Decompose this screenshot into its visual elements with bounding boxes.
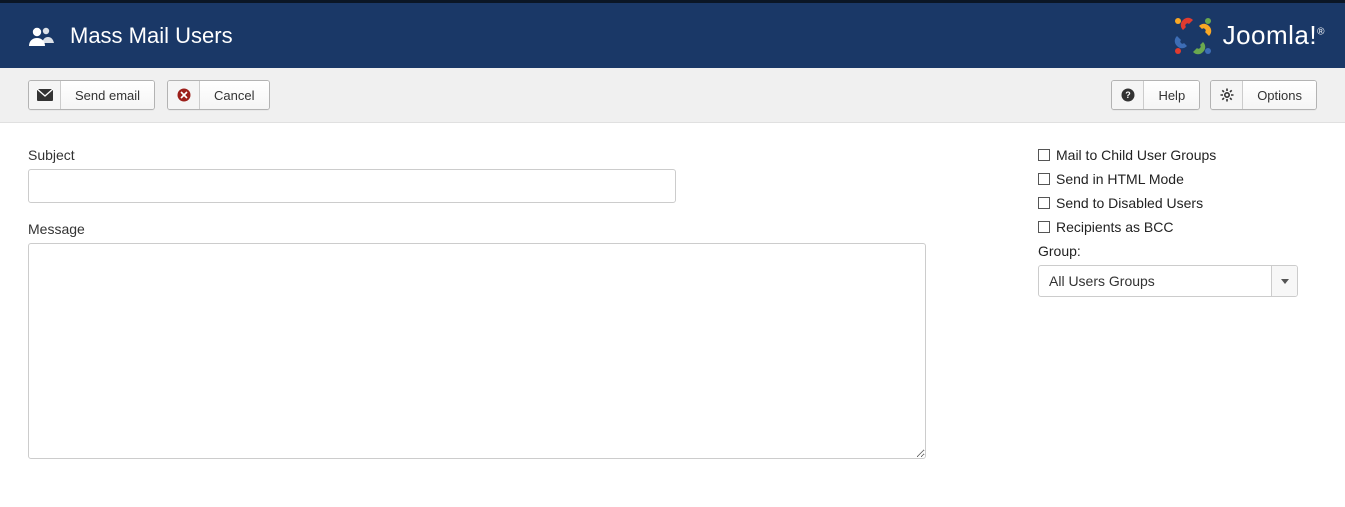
options-label: Options — [1243, 81, 1316, 109]
envelope-icon — [29, 81, 61, 109]
help-icon: ? — [1112, 81, 1144, 109]
group-field-label: Group: — [1038, 243, 1338, 259]
svg-text:?: ? — [1125, 90, 1131, 100]
check-label: Send in HTML Mode — [1056, 171, 1184, 187]
check-label: Send to Disabled Users — [1056, 195, 1203, 211]
check-disabled-users[interactable]: Send to Disabled Users — [1038, 195, 1338, 211]
cancel-button[interactable]: Cancel — [167, 80, 269, 110]
checkbox-icon — [1038, 173, 1050, 185]
message-textarea[interactable] — [28, 243, 926, 459]
send-email-button[interactable]: Send email — [28, 80, 155, 110]
brand-name: Joomla!® — [1223, 20, 1325, 51]
check-html-mode[interactable]: Send in HTML Mode — [1038, 171, 1338, 187]
content-area: Subject Message Mail to Child User Group… — [0, 123, 1345, 504]
gear-icon — [1211, 81, 1243, 109]
joomla-icon — [1173, 16, 1213, 56]
toolbar: Send email Cancel ? Help Options — [0, 68, 1345, 123]
page-header: Mass Mail Users Joomla!® — [0, 3, 1345, 68]
side-options: Mail to Child User Groups Send in HTML M… — [1038, 147, 1338, 480]
check-bcc[interactable]: Recipients as BCC — [1038, 219, 1338, 235]
chevron-down-icon — [1271, 266, 1297, 296]
cancel-icon — [168, 81, 200, 109]
checkbox-icon — [1038, 197, 1050, 209]
group-selected-value: All Users Groups — [1039, 266, 1271, 296]
brand-logo: Joomla!® — [1173, 16, 1325, 56]
send-email-label: Send email — [61, 81, 154, 109]
check-label: Recipients as BCC — [1056, 219, 1174, 235]
page-title: Mass Mail Users — [70, 23, 233, 49]
checkbox-icon — [1038, 149, 1050, 161]
checkbox-icon — [1038, 221, 1050, 233]
cancel-label: Cancel — [200, 81, 268, 109]
main-form: Subject Message — [28, 147, 928, 480]
check-mail-child-groups[interactable]: Mail to Child User Groups — [1038, 147, 1338, 163]
subject-input[interactable] — [28, 169, 676, 203]
check-label: Mail to Child User Groups — [1056, 147, 1216, 163]
options-button[interactable]: Options — [1210, 80, 1317, 110]
group-select[interactable]: All Users Groups — [1038, 265, 1298, 297]
help-button[interactable]: ? Help — [1111, 80, 1200, 110]
message-label: Message — [28, 221, 928, 237]
help-label: Help — [1144, 81, 1199, 109]
users-icon — [28, 25, 54, 47]
subject-label: Subject — [28, 147, 928, 163]
